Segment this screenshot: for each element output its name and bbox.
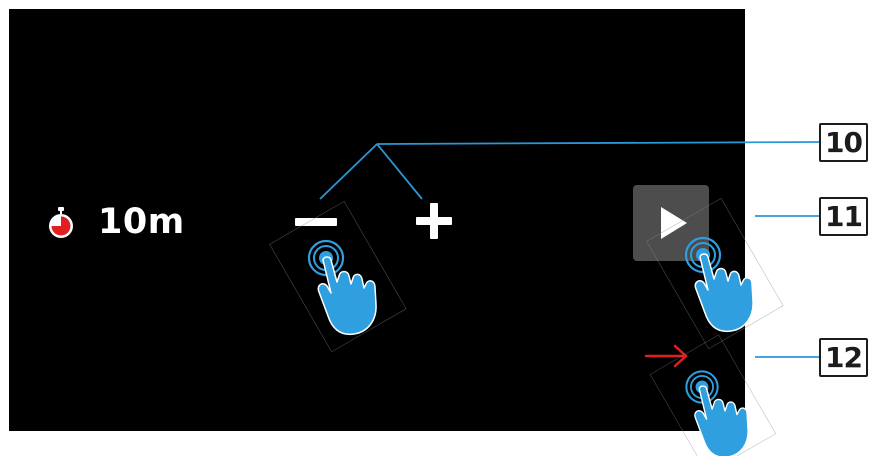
- timer-display: 10m: [44, 205, 185, 240]
- callout-11: 11: [819, 197, 868, 236]
- play-button[interactable]: [633, 185, 709, 261]
- plus-icon: [416, 203, 452, 239]
- next-button[interactable]: [644, 343, 690, 369]
- increase-button[interactable]: [413, 200, 455, 242]
- minus-icon: [295, 218, 337, 226]
- decrease-button[interactable]: [294, 208, 338, 238]
- timer-value: 10m: [98, 202, 185, 242]
- arrow-right-icon: [644, 344, 688, 368]
- stopwatch-icon: [49, 206, 73, 238]
- play-icon: [661, 207, 687, 239]
- callout-12: 12: [819, 338, 868, 377]
- annotated-screenshot: 10m 10 11 12: [0, 0, 883, 456]
- callout-10: 10: [819, 123, 868, 162]
